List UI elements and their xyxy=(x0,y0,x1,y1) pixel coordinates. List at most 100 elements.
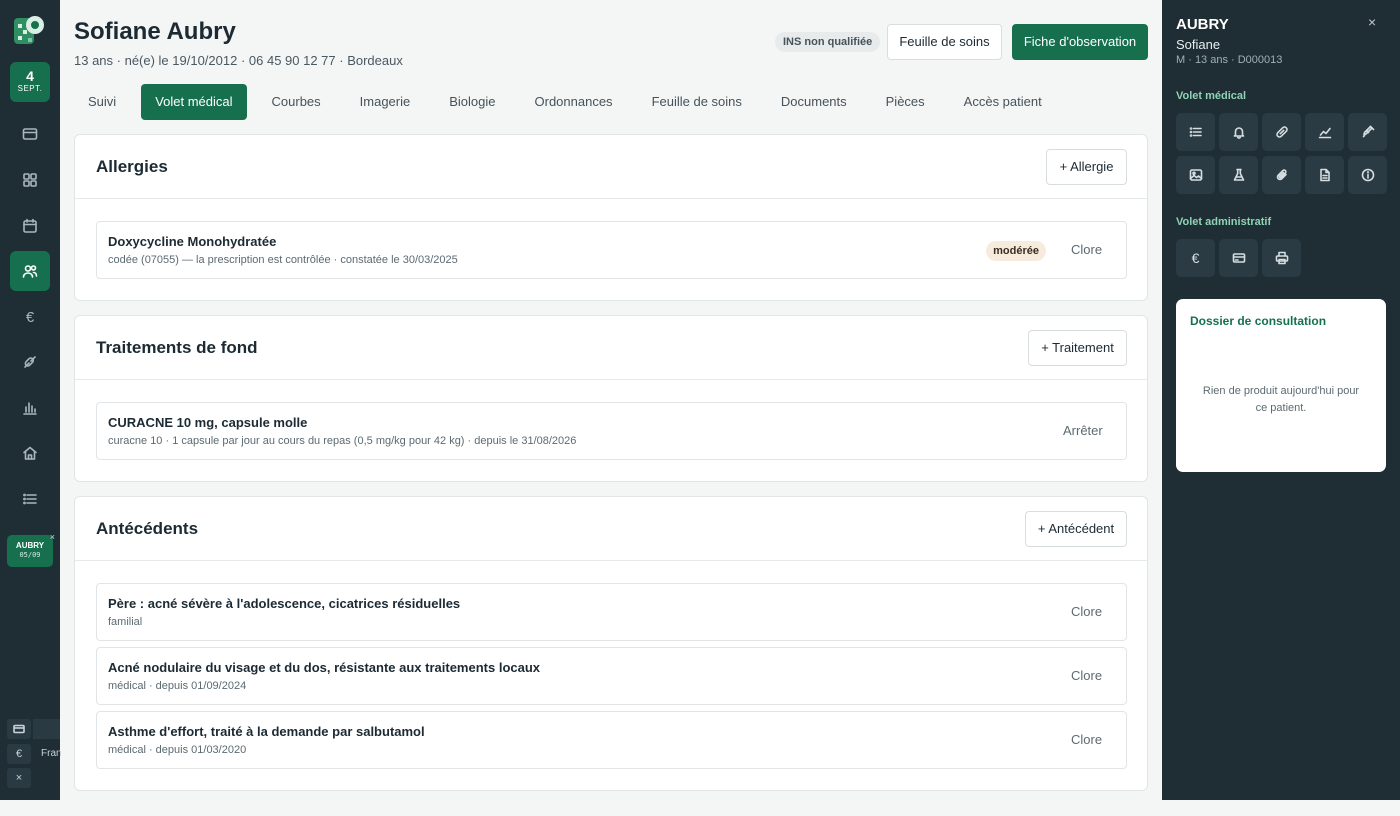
list-item: Acné nodulaire du visage et du dos, rési… xyxy=(96,647,1127,705)
tool-care[interactable] xyxy=(1262,113,1301,151)
treatments-header: Traitements de fond + Traitement xyxy=(75,316,1147,380)
tool-summary[interactable] xyxy=(1176,113,1215,151)
tool-documents[interactable] xyxy=(1305,156,1344,194)
ins-status-badge: INS non qualifiée xyxy=(775,32,881,52)
patient-tabs: Suivi Volet médical Courbes Imagerie Bio… xyxy=(74,84,1067,120)
panel-first-name: Sofiane xyxy=(1176,37,1221,52)
admin-section-title: Volet administratif xyxy=(1176,216,1272,228)
tool-print[interactable] xyxy=(1262,239,1301,277)
close-history-button[interactable]: Clore xyxy=(1071,668,1102,683)
bandage-icon xyxy=(1275,126,1288,138)
add-treatment-button[interactable]: + Traitement xyxy=(1028,330,1127,366)
euro-icon: € xyxy=(25,308,35,326)
tool-vaccines[interactable] xyxy=(1348,113,1387,151)
list-item: Père : acné sévère à l'adolescence, cica… xyxy=(96,583,1127,641)
history-details: familial xyxy=(108,616,143,628)
add-allergy-button[interactable]: + Allergie xyxy=(1046,149,1127,185)
bar-chart-icon xyxy=(23,402,37,415)
tab-acces-patient[interactable]: Accès patient xyxy=(950,84,1056,120)
add-history-button[interactable]: + Antécédent xyxy=(1025,511,1127,547)
bottom-strip xyxy=(0,800,1400,816)
tab-feuille-de-soins[interactable]: Feuille de soins xyxy=(638,84,756,120)
rail-billing[interactable] xyxy=(10,114,50,154)
tab-pieces[interactable]: Pièces xyxy=(872,84,939,120)
allergies-card: Allergies + Allergie Doxycycline Monohyd… xyxy=(74,134,1148,301)
info-icon xyxy=(1361,168,1374,182)
rail-agenda[interactable] xyxy=(10,206,50,246)
card-icon xyxy=(22,128,38,140)
tool-alerts[interactable] xyxy=(1219,113,1258,151)
tab-documents[interactable]: Documents xyxy=(767,84,861,120)
mini-billing-extension xyxy=(33,719,60,739)
rail-office[interactable] xyxy=(10,433,50,473)
tab-biologie[interactable]: Biologie xyxy=(435,84,509,120)
mini-billing-button[interactable] xyxy=(7,719,31,739)
tool-curves[interactable] xyxy=(1305,113,1344,151)
treatment-name: CURACNE 10 mg, capsule molle xyxy=(108,415,308,430)
today-date-tile[interactable]: 4 SEPT. xyxy=(10,62,50,102)
observation-sheet-button[interactable]: Fiche d'observation xyxy=(1012,24,1148,60)
list-icon xyxy=(23,493,37,505)
mini-currency-button[interactable]: € xyxy=(7,744,31,764)
list-item: Asthme d'effort, traité à la demande par… xyxy=(96,711,1127,769)
allergies-title: Allergies xyxy=(96,157,168,176)
tab-suivi[interactable]: Suivi xyxy=(74,84,130,120)
close-icon: × xyxy=(15,772,23,784)
panel-meta: M · 13 ans · D000013 xyxy=(1176,54,1283,66)
tab-imagerie[interactable]: Imagerie xyxy=(346,84,425,120)
close-allergy-button[interactable]: Clore xyxy=(1071,242,1102,257)
tool-biology[interactable] xyxy=(1219,156,1258,194)
tab-courbes[interactable]: Courbes xyxy=(258,84,335,120)
dossier-empty-state: Rien de produit aujourd'hui pour ce pati… xyxy=(1202,385,1360,414)
history-details: médical · depuis 01/03/2020 xyxy=(108,744,247,756)
syringe-icon xyxy=(1362,125,1374,138)
chip-patient-name: AUBRY xyxy=(15,541,45,550)
treatments-title: Traitements de fond xyxy=(96,338,258,357)
close-icon[interactable]: × xyxy=(1368,14,1376,30)
close-icon[interactable]: × xyxy=(50,532,55,542)
close-history-button[interactable]: Clore xyxy=(1071,604,1102,619)
list-item: CURACNE 10 mg, capsule molle curacne 10 … xyxy=(96,402,1127,460)
close-history-button[interactable]: Clore xyxy=(1071,732,1102,747)
care-sheet-button[interactable]: Feuille de soins xyxy=(887,24,1002,60)
mini-close-button[interactable]: × xyxy=(7,768,31,788)
tool-info[interactable] xyxy=(1348,156,1387,194)
date-day: 4 xyxy=(26,68,34,84)
users-icon xyxy=(22,265,38,278)
list-item: Doxycycline Monohydratée codée (07055) —… xyxy=(96,221,1127,279)
tool-imaging[interactable] xyxy=(1176,156,1215,194)
tool-card[interactable] xyxy=(1219,239,1258,277)
rail-finance[interactable]: € xyxy=(10,297,50,337)
rail-statistics[interactable] xyxy=(10,388,50,428)
patient-name: Sofiane Aubry xyxy=(74,18,236,45)
tool-attachments[interactable] xyxy=(1262,156,1301,194)
history-title-text: Père : acné sévère à l'adolescence, cica… xyxy=(108,596,461,611)
tool-billing[interactable]: € xyxy=(1176,239,1215,277)
app-logo[interactable] xyxy=(12,14,46,48)
chart-line-icon xyxy=(1318,127,1331,139)
rail-lists[interactable] xyxy=(10,479,50,519)
tab-ordonnances[interactable]: Ordonnances xyxy=(521,84,627,120)
pill-icon xyxy=(24,356,36,368)
history-title-text: Acné nodulaire du visage et du dos, rési… xyxy=(108,660,541,675)
chip-patient-date: 05/09 xyxy=(19,551,41,559)
rail-dashboard[interactable] xyxy=(10,160,50,200)
flask-icon xyxy=(1233,168,1244,181)
document-icon xyxy=(1319,168,1330,182)
grid-icon xyxy=(23,173,37,187)
panel-last-name: AUBRY xyxy=(1176,16,1229,33)
rail-patients[interactable] xyxy=(10,251,50,291)
consultation-dossier-card: Dossier de consultation Rien de produit … xyxy=(1176,299,1386,472)
mini-language-label: Fran xyxy=(41,748,62,759)
stop-treatment-button[interactable]: Arrêter xyxy=(1063,423,1103,438)
open-patient-chip[interactable]: AUBRY 05/09 × xyxy=(7,532,55,567)
euro-icon: € xyxy=(15,748,23,760)
rail-prescriptions[interactable] xyxy=(10,342,50,382)
history-details: médical · depuis 01/09/2024 xyxy=(108,680,247,692)
home-icon xyxy=(23,446,37,460)
tab-volet-medical[interactable]: Volet médical xyxy=(141,84,247,120)
card-icon xyxy=(13,724,25,734)
history-title-text: Asthme d'effort, traité à la demande par… xyxy=(108,724,425,739)
severity-badge: modérée xyxy=(986,241,1046,261)
patient-meta: 13 ans · né(e) le 19/10/2012 · 06 45 90 … xyxy=(74,53,403,68)
